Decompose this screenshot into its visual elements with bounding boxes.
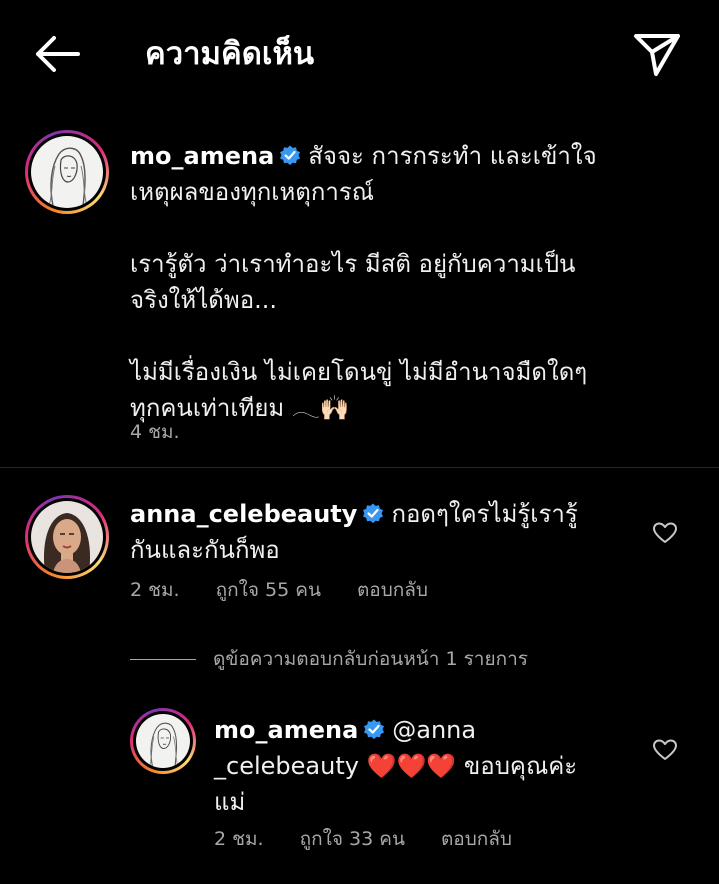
caption-time: 4 ชม. bbox=[130, 421, 180, 443]
reply-line-2: _celebeauty ❤️❤️❤️ ขอบคุณค่ะ bbox=[214, 748, 624, 784]
comment-line: anna_celebeauty กอดๆใครไม่รู้เรารู้ bbox=[130, 496, 630, 532]
username[interactable]: mo_amena bbox=[214, 716, 358, 744]
caption-text-3: เรารู้ตัว ว่าเราทำอะไร มีสติ อยู่กับความ… bbox=[130, 250, 576, 278]
caption-text: mo_amena สัจจะ การกระทำ และเข้าใจ เหตุผลข… bbox=[130, 138, 670, 426]
username[interactable]: mo_amena bbox=[130, 142, 274, 170]
avatar-image bbox=[31, 501, 103, 573]
avatar[interactable] bbox=[130, 708, 196, 774]
reply-line-1: mo_amena @anna bbox=[214, 712, 624, 748]
paper-plane-icon[interactable] bbox=[632, 30, 682, 78]
mention-link-cont[interactable]: _celebeauty bbox=[214, 752, 359, 780]
heart-emojis: ❤️❤️❤️ bbox=[366, 752, 457, 780]
comment-text: anna_celebeauty กอดๆใครไม่รู้เรารู้ กันแล… bbox=[130, 496, 630, 568]
header: ความคิดเห็น bbox=[0, 0, 719, 110]
heart-icon[interactable] bbox=[652, 738, 678, 762]
reply-button[interactable]: ตอบกลับ bbox=[441, 828, 512, 850]
reply-likes[interactable]: ถูกใจ 33 คน bbox=[300, 828, 405, 850]
heart-icon[interactable] bbox=[652, 521, 678, 545]
caption-text-2: เหตุผลของทุกเหตุการณ์ bbox=[130, 178, 375, 206]
arrow-left-icon[interactable] bbox=[30, 30, 82, 78]
comment-text-1: กอดๆใครไม่รู้เรารู้ bbox=[391, 500, 578, 528]
view-replies-label: ดูข้อความตอบกลับก่อนหน้า 1 รายการ bbox=[213, 648, 528, 670]
caption-text-1: สัจจะ การกระทำ และเข้าใจ bbox=[308, 142, 597, 170]
comment-meta: 2 ชม. ถูกใจ 55 คน ตอบกลับ bbox=[130, 577, 464, 603]
avatar-image bbox=[136, 714, 190, 768]
comment-text-2: กันและกันก็พอ bbox=[130, 536, 280, 564]
verified-badge-icon bbox=[362, 717, 386, 741]
reply-text-3: ขอบคุณค่ะ bbox=[463, 752, 578, 780]
reply-text-4: แม่ bbox=[214, 788, 246, 816]
verified-badge-icon bbox=[278, 143, 302, 167]
avatar-image bbox=[31, 136, 103, 208]
verified-badge-icon bbox=[361, 501, 385, 525]
reply-text: mo_amena @anna _celebeauty ❤️❤️❤️ ขอบคุณค… bbox=[214, 712, 624, 820]
replies-line bbox=[130, 659, 196, 660]
caption-line: mo_amena สัจจะ การกระทำ และเข้าใจ bbox=[130, 138, 670, 174]
comment-time: 2 ชม. bbox=[130, 579, 180, 601]
reply-meta: 2 ชม. ถูกใจ 33 คน ตอบกลับ bbox=[214, 826, 548, 852]
comments-screen: ความคิดเห็น mo_amena สัจจะ การกระทำ และเข… bbox=[0, 0, 719, 884]
divider bbox=[0, 467, 719, 468]
avatar[interactable] bbox=[25, 495, 109, 579]
page-title: ความคิดเห็น bbox=[145, 36, 315, 72]
avatar[interactable] bbox=[25, 130, 109, 214]
caption-text-5: ไม่มีเรื่องเงิน ไม่เคยโดนขู่ ไม่มีอำนาจม… bbox=[130, 358, 588, 386]
reply-button[interactable]: ตอบกลับ bbox=[357, 579, 428, 601]
reply-time: 2 ชม. bbox=[214, 828, 264, 850]
caption-meta: 4 ชม. bbox=[130, 419, 216, 445]
caption-text-4: จริงให้ได้พอ... bbox=[130, 286, 277, 314]
comment-likes[interactable]: ถูกใจ 55 คน bbox=[216, 579, 321, 601]
username[interactable]: anna_celebeauty bbox=[130, 500, 357, 528]
mention-link[interactable]: @anna bbox=[392, 716, 476, 744]
